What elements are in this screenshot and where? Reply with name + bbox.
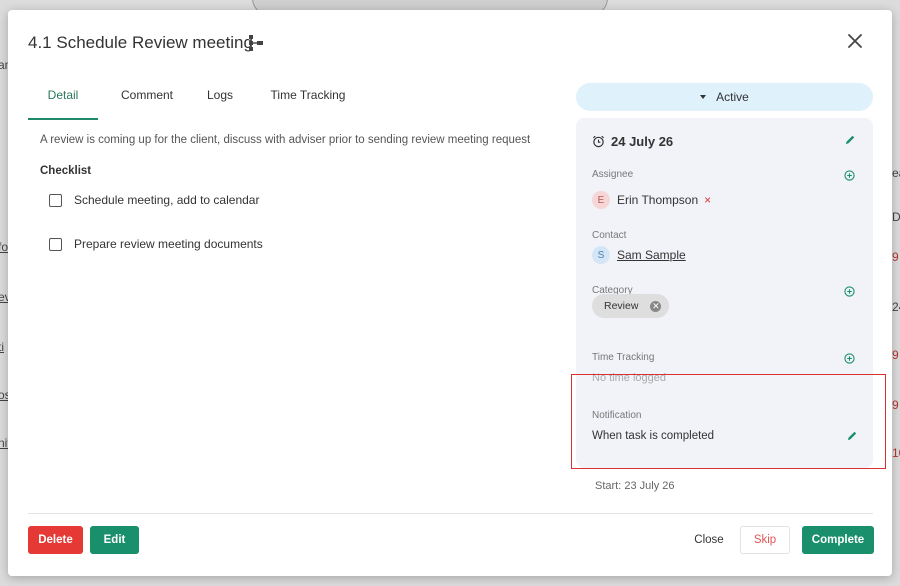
checklist-item[interactable]: Schedule meeting, add to calendar — [49, 193, 259, 207]
tab-comment[interactable]: Comment — [105, 88, 189, 120]
close-icon[interactable] — [844, 30, 866, 52]
contact-row: S Sam Sample — [592, 246, 686, 264]
tab-time-tracking[interactable]: Time Tracking — [259, 88, 357, 120]
checklist-item[interactable]: Prepare review meeting documents — [49, 237, 263, 251]
task-description: A review is coming up for the client, di… — [40, 134, 531, 146]
task-modal: 4.1 Schedule Review meeting Detail Comme… — [8, 10, 892, 576]
due-date-row: 24 July 26 — [592, 134, 673, 149]
complete-button[interactable]: Complete — [802, 526, 874, 554]
remove-chip-icon[interactable]: ✕ — [650, 300, 662, 312]
assignee-label: Assignee — [592, 169, 634, 180]
bg-frag-ti: ti — [0, 340, 4, 354]
alarm-clock-icon — [593, 135, 604, 148]
status-dropdown[interactable]: Active — [576, 83, 873, 111]
add-assignee-icon[interactable] — [844, 170, 855, 181]
notification-highlight-box — [571, 374, 886, 469]
footer-divider — [28, 513, 873, 514]
category-chip-label: Review — [604, 300, 639, 312]
modal-title: 4.1 Schedule Review meeting — [28, 33, 253, 52]
bg-frag-fo: fo — [0, 240, 9, 254]
contact-label: Contact — [592, 230, 627, 241]
edit-due-date-icon[interactable] — [844, 134, 856, 146]
add-category-icon[interactable] — [844, 286, 855, 297]
edit-button[interactable]: Edit — [90, 526, 139, 554]
checklist-item-label: Prepare review meeting documents — [74, 237, 263, 251]
bg-frag-9b: 9 — [892, 348, 899, 362]
caret-down-icon — [700, 95, 707, 99]
tab-bar: Detail Comment Logs Time Tracking — [28, 88, 357, 120]
checklist-item-label: Schedule meeting, add to calendar — [74, 193, 260, 207]
checklist-heading: Checklist — [40, 165, 92, 177]
assignee-name: Erin Thompson — [617, 193, 699, 207]
close-button[interactable]: Close — [688, 526, 730, 554]
tab-logs[interactable]: Logs — [189, 88, 251, 120]
checkbox[interactable] — [49, 237, 62, 251]
bg-frag-24: 24 — [892, 300, 900, 314]
bg-frag-9a: 9 — [892, 250, 899, 264]
delete-button[interactable]: Delete — [28, 526, 83, 554]
contact-link[interactable]: Sam Sample — [617, 248, 686, 262]
tab-detail[interactable]: Detail — [28, 88, 98, 120]
status-label: Active — [716, 90, 749, 104]
remove-assignee-icon[interactable]: × — [704, 193, 711, 207]
assignee-row: E Erin Thompson × — [592, 191, 711, 209]
avatar: S — [592, 246, 610, 264]
time-tracking-label: Time Tracking — [592, 352, 655, 363]
skip-button[interactable]: Skip — [740, 526, 790, 554]
category-chip: Review ✕ — [592, 294, 670, 318]
checkbox[interactable] — [49, 193, 62, 207]
bg-frag-9c: 9 — [892, 398, 899, 412]
due-date: 24 July 26 — [611, 134, 674, 149]
bg-frag-10: 10 — [892, 446, 900, 460]
hierarchy-icon[interactable] — [248, 34, 264, 52]
bg-frag-ea: ea — [892, 166, 900, 180]
bg-frag-do: Do — [892, 210, 900, 224]
avatar: E — [592, 191, 610, 209]
add-time-icon[interactable] — [844, 353, 855, 364]
start-date: Start: 23 July 26 — [595, 480, 675, 492]
